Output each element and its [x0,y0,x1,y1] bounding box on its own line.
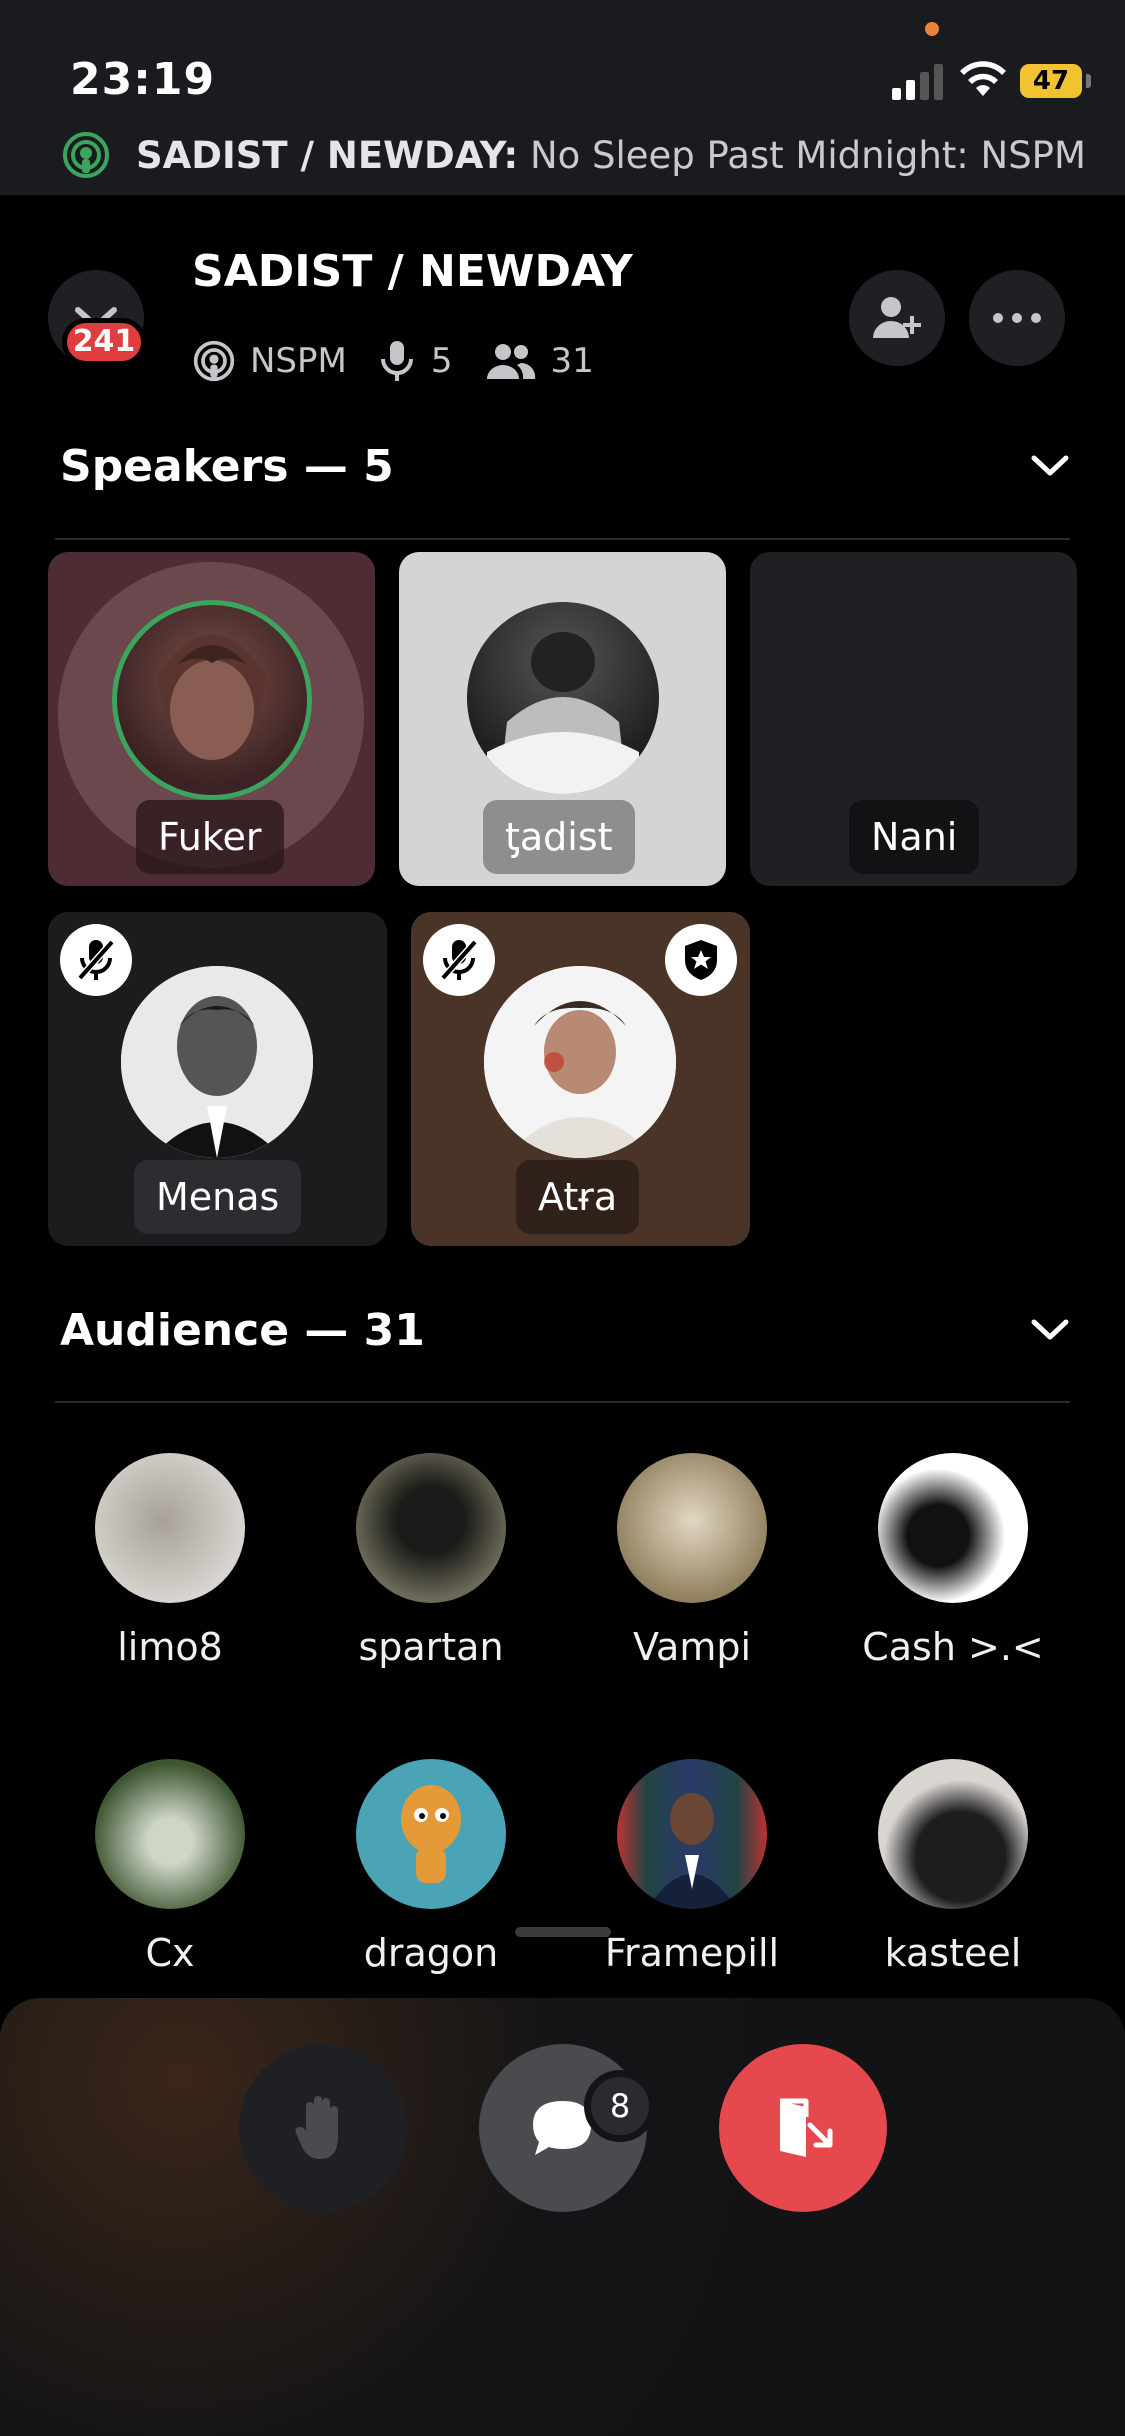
stage-icon [193,340,235,382]
avatar [356,1759,506,1909]
avatar-image [647,1793,737,1909]
audience-member-name: Cx [145,1931,195,1975]
audience-member[interactable]: Framepill [577,1759,807,1975]
audience-divider [55,1401,1070,1403]
speaker-tile[interactable]: Nani [750,552,1077,886]
speakers-section-header[interactable]: Speakers — 5 [60,436,1070,496]
audience-member-name: limo8 [117,1625,223,1669]
live-banner-text: SADIST / NEWDAY: No Sleep Past Midnight:… [136,134,1086,177]
audience-section-header[interactable]: Audience — 31 [60,1300,1070,1360]
live-banner-topic: No Sleep Past Midnight: NSPM [529,133,1086,177]
people-icon [486,344,535,379]
privacy-indicator-dot [925,22,939,36]
hand-icon [295,2096,338,2159]
more-dots-icon [993,313,1041,323]
unread-message-badge: 8 [584,2070,656,2142]
avatar [467,602,659,794]
audience-member-name: spartan [358,1625,504,1669]
status-bar: 23:19 47 [0,0,1125,130]
speaker-name: Nani [849,800,980,874]
avatar-image [157,635,267,760]
leave-stage-button[interactable] [719,2044,887,2212]
speaker-tile[interactable]: Fuker [48,552,375,886]
audience-member-name: Framepill [604,1931,780,1975]
audience-member[interactable]: Cash >.< [838,1453,1068,1669]
speakers-divider [55,538,1070,540]
sheet-grab-handle[interactable] [515,1927,611,1937]
stage-topic-label: NSPM [250,341,347,381]
avatar-image [401,1785,461,1883]
audience-member-name: Cash >.< [862,1625,1044,1669]
listener-count-value: 31 [550,341,594,381]
shield-star-icon [685,940,717,980]
raise-hand-button[interactable] [239,2044,407,2212]
avatar-image [484,966,676,1158]
avatar [356,1453,506,1603]
speaker-tile[interactable]: Menas [48,912,387,1246]
listener-count: 31 [483,341,594,381]
audience-member[interactable]: Cx [55,1759,285,1975]
status-time: 23:19 [70,54,216,105]
speaker-name: Fuker [136,800,284,874]
avatar [95,1453,245,1603]
speaker-tile[interactable]: ƫadist [399,552,726,886]
speaker-count: 5 [377,339,453,383]
speakers-title: Speakers — 5 [60,440,394,492]
muted-badge [60,924,132,996]
live-stage-banner[interactable]: SADIST / NEWDAY: No Sleep Past Midnight:… [62,130,1112,180]
stage-live-icon [63,132,109,178]
chevron-down-icon [1031,455,1069,476]
mic-muted-icon [440,939,478,981]
avatar-image [121,966,313,1158]
invite-button[interactable] [849,270,945,366]
speaker-count-value: 5 [430,341,453,381]
audience-member-name: kasteel [884,1931,1022,1975]
avatar [878,1453,1028,1603]
stage-header: 241 SADIST / NEWDAY NSPM 5 31 [0,240,1125,390]
speaker-tile[interactable]: Atɍa [411,912,750,1246]
mic-muted-icon [77,939,115,981]
leave-door-icon [780,2098,833,2157]
speaker-name: Menas [134,1160,302,1234]
avatar [95,1759,245,1909]
chevron-down-icon [1031,1319,1069,1340]
avatar [617,1453,767,1603]
moderator-badge [665,924,737,996]
stage-meta-row: NSPM 5 31 [192,336,624,386]
muted-badge [423,924,495,996]
stage-topic: NSPM [192,339,347,383]
more-options-button[interactable] [969,270,1065,366]
battery-indicator: 47 [1020,64,1082,98]
avatar [617,1759,767,1909]
avatar [484,966,676,1158]
audience-member[interactable]: dragon [316,1759,546,1975]
speaker-name: Atɍa [516,1160,640,1234]
cellular-signal-icon [892,62,944,100]
speaker-name: ƫadist [483,800,635,874]
avatar [112,600,312,800]
audience-member-name: dragon [363,1931,499,1975]
live-banner-channel: SADIST / NEWDAY: [136,133,519,177]
notification-badge: 241 [62,318,146,366]
microphone-icon [380,341,413,381]
audience-member[interactable]: limo8 [55,1453,285,1669]
avatar [878,1759,1028,1909]
battery-cap [1086,74,1091,88]
wifi-icon [960,61,1006,96]
audience-member[interactable]: spartan [316,1453,546,1669]
stage-title: SADIST / NEWDAY [192,246,633,297]
audience-member-name: Vampi [632,1625,752,1669]
add-user-icon [873,297,921,338]
audience-member[interactable]: kasteel [838,1759,1068,1975]
audience-title: Audience — 31 [60,1304,425,1356]
audience-member[interactable]: Vampi [577,1453,807,1669]
avatar-image [487,632,639,794]
avatar [121,966,313,1158]
